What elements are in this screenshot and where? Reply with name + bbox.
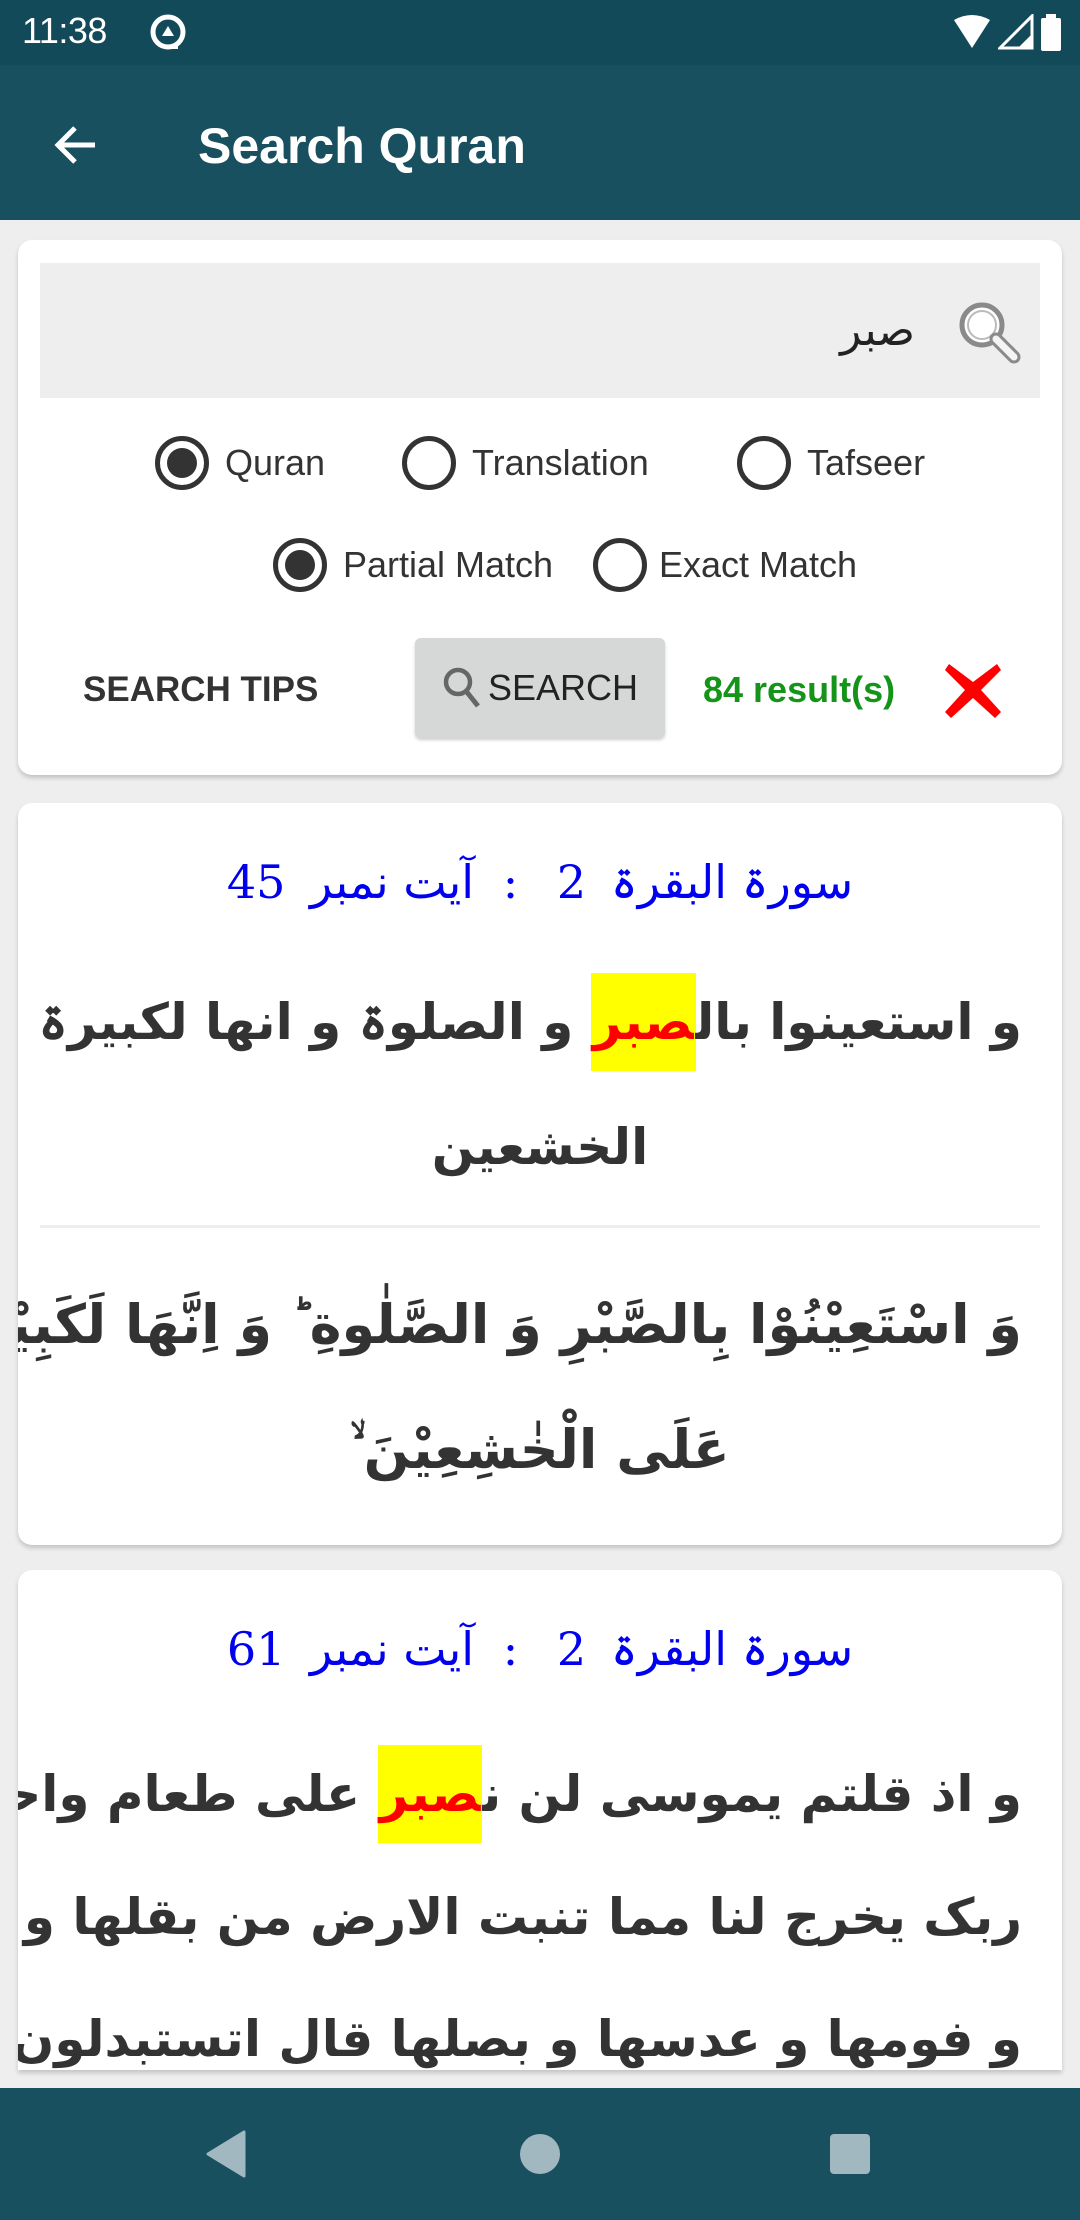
status-time: 11:38 (22, 10, 107, 51)
radio-tafseer-circle[interactable] (737, 436, 791, 490)
result-card[interactable]: سورۃ البقرۃ 2 : آیت نمبر 45 و استعینوا ب… (18, 803, 1062, 1545)
system-nav-bar (0, 2088, 1080, 2220)
radio-translation-label: Translation (472, 442, 649, 483)
radio-translation-circle[interactable] (402, 436, 456, 490)
radio-quran-circle[interactable] (155, 436, 209, 490)
radio-partial-match-label: Partial Match (343, 544, 554, 585)
radio-partial-match-circle[interactable] (273, 538, 327, 592)
radio-quran[interactable]: Quran (155, 436, 325, 490)
result-plain-text-line: ربک یخرج لنا مما تنبت الارض من بقلھا و ق… (18, 1888, 1022, 1946)
search-button[interactable]: SEARCH (415, 638, 665, 738)
search-match-highlight: صبر (377, 1745, 483, 1843)
back-button[interactable] (44, 113, 108, 177)
search-field[interactable] (40, 263, 1040, 398)
search-input[interactable] (40, 263, 1040, 398)
radio-translation[interactable]: Translation (402, 436, 649, 490)
result-plain-text-line: و فومھا و عدسھا و بصلھا قال اتستبدلون ال… (18, 2010, 1022, 2068)
nav-recents-icon (830, 2134, 870, 2174)
result-arabic-text-line: عَلَى الْخٰشِعِیْنَ ۙ (350, 1418, 730, 1481)
search-panel: Quran Translation Tafseer Partial Match … (18, 240, 1062, 775)
results-count: 84 result(s) (703, 669, 896, 710)
result-card[interactable]: سورۃ البقرۃ 2 : آیت نمبر 61 و اذ قلتم یم… (18, 1570, 1062, 2070)
nav-back-icon (206, 2130, 246, 2178)
radio-quran-label: Quran (225, 442, 326, 483)
arrow-left-icon (54, 126, 95, 164)
result-plain-text-line: الخشعین (431, 1118, 649, 1176)
radio-exact-match[interactable]: Exact Match (593, 538, 857, 592)
red-x-icon[interactable] (943, 660, 1003, 720)
battery-icon (1041, 14, 1061, 51)
radio-exact-match-circle[interactable] (593, 538, 647, 592)
search-icon (443, 667, 480, 708)
app-bar: Search Quran (0, 65, 1080, 220)
magnifier-icon (959, 302, 1021, 364)
divider (40, 1225, 1040, 1228)
search-button-label: SEARCH (487, 667, 639, 708)
wifi-icon (954, 15, 990, 48)
radio-partial-match[interactable]: Partial Match (273, 538, 553, 592)
radio-tafseer-label: Tafseer (807, 442, 926, 483)
status-icons (952, 14, 1062, 52)
search-match-highlight: صبر (590, 973, 696, 1071)
result-title: سورۃ البقرۃ 2 : آیت نمبر 61 (226, 1622, 854, 1676)
result-title: سورۃ البقرۃ 2 : آیت نمبر 45 (226, 855, 854, 909)
nav-home-button[interactable] (504, 2118, 576, 2190)
radio-exact-match-label: Exact Match (659, 544, 858, 585)
nav-home-icon (520, 2134, 560, 2174)
result-plain-text-line: و اذ قلتم یموسی لن نصبر علی طعام واحد فا… (18, 1745, 1022, 1843)
result-plain-text-line: و استعینوا بالصبر و الصلوۃ و انھا لکبیرۃ… (18, 973, 1022, 1071)
page-title: Search Quran (198, 118, 526, 174)
signal-icon (998, 14, 1034, 50)
nav-back-button[interactable] (190, 2118, 262, 2190)
at-sign-icon (150, 14, 186, 50)
nav-recents-button[interactable] (814, 2118, 886, 2190)
result-arabic-text-line: وَ اسْتَعِیْنُوْا بِالصَّبْرِ وَ الصَّلٰ… (18, 1293, 1022, 1356)
search-tips-button[interactable]: SEARCH TIPS (83, 660, 318, 720)
status-bar: 11:38 (0, 0, 1080, 65)
radio-tafseer[interactable]: Tafseer (737, 436, 925, 490)
